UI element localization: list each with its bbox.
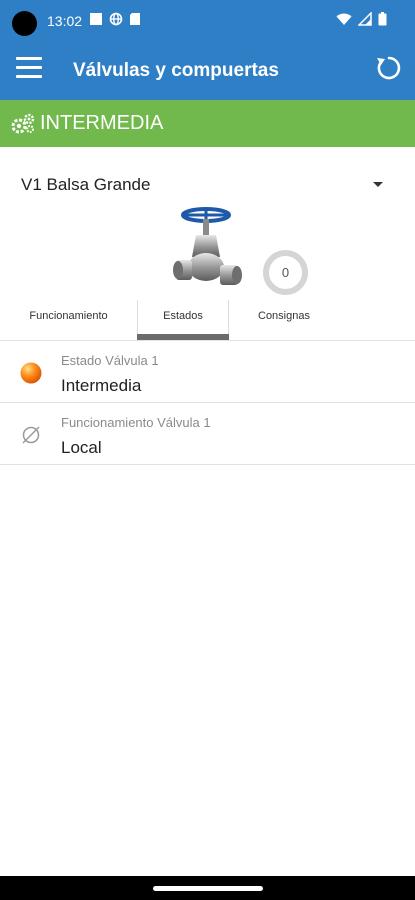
tab-consignas[interactable]: Consignas — [229, 300, 339, 341]
valve-image — [173, 207, 242, 285]
menu-button[interactable] — [16, 57, 42, 81]
device-selector[interactable]: V1 Balsa Grande — [0, 165, 415, 203]
tab-bar: Funcionamiento Estados Consignas — [0, 300, 415, 341]
list-item: Funcionamiento Válvula 1 Local — [0, 403, 415, 465]
counter-badge: 0 — [263, 250, 308, 295]
dropdown-caret-icon — [373, 182, 383, 187]
sd-card-icon — [130, 13, 140, 25]
hamburger-line — [16, 75, 42, 78]
wifi-icon — [336, 13, 352, 25]
page-title: Válvulas y compuertas — [73, 60, 279, 81]
empty-set-icon — [22, 426, 40, 444]
active-tab-indicator — [137, 334, 229, 340]
home-gesture-handle[interactable] — [153, 886, 263, 891]
row-value: Intermedia — [61, 376, 142, 395]
status-time: 13:02 — [47, 13, 83, 29]
gears-icon — [11, 113, 35, 133]
app-bar: Válvulas y compuertas — [0, 40, 415, 100]
row-value: Local — [61, 438, 102, 457]
orange-status-dot-icon — [20, 362, 42, 384]
hamburger-menu-icon — [16, 57, 42, 60]
battery-icon — [378, 12, 387, 26]
hamburger-line — [16, 66, 42, 69]
status-left-icons — [89, 12, 141, 26]
globe-icon — [109, 12, 123, 26]
selected-device: V1 Balsa Grande — [21, 175, 151, 194]
square-notification-icon — [90, 13, 102, 25]
camera-cutout — [12, 11, 37, 36]
system-nav-bar — [0, 876, 415, 900]
section-title: INTERMEDIA — [40, 112, 164, 134]
row-label: Estado Válvula 1 — [61, 353, 159, 368]
status-right-icons — [336, 12, 387, 26]
section-header: INTERMEDIA — [0, 100, 415, 147]
status-bar: 13:02 — [0, 0, 415, 40]
refresh-icon[interactable] — [375, 54, 403, 82]
list-item: Estado Válvula 1 Intermedia — [0, 341, 415, 403]
signal-icon — [358, 12, 372, 26]
tab-funcionamiento[interactable]: Funcionamiento — [0, 300, 137, 341]
row-label: Funcionamiento Válvula 1 — [61, 415, 211, 430]
